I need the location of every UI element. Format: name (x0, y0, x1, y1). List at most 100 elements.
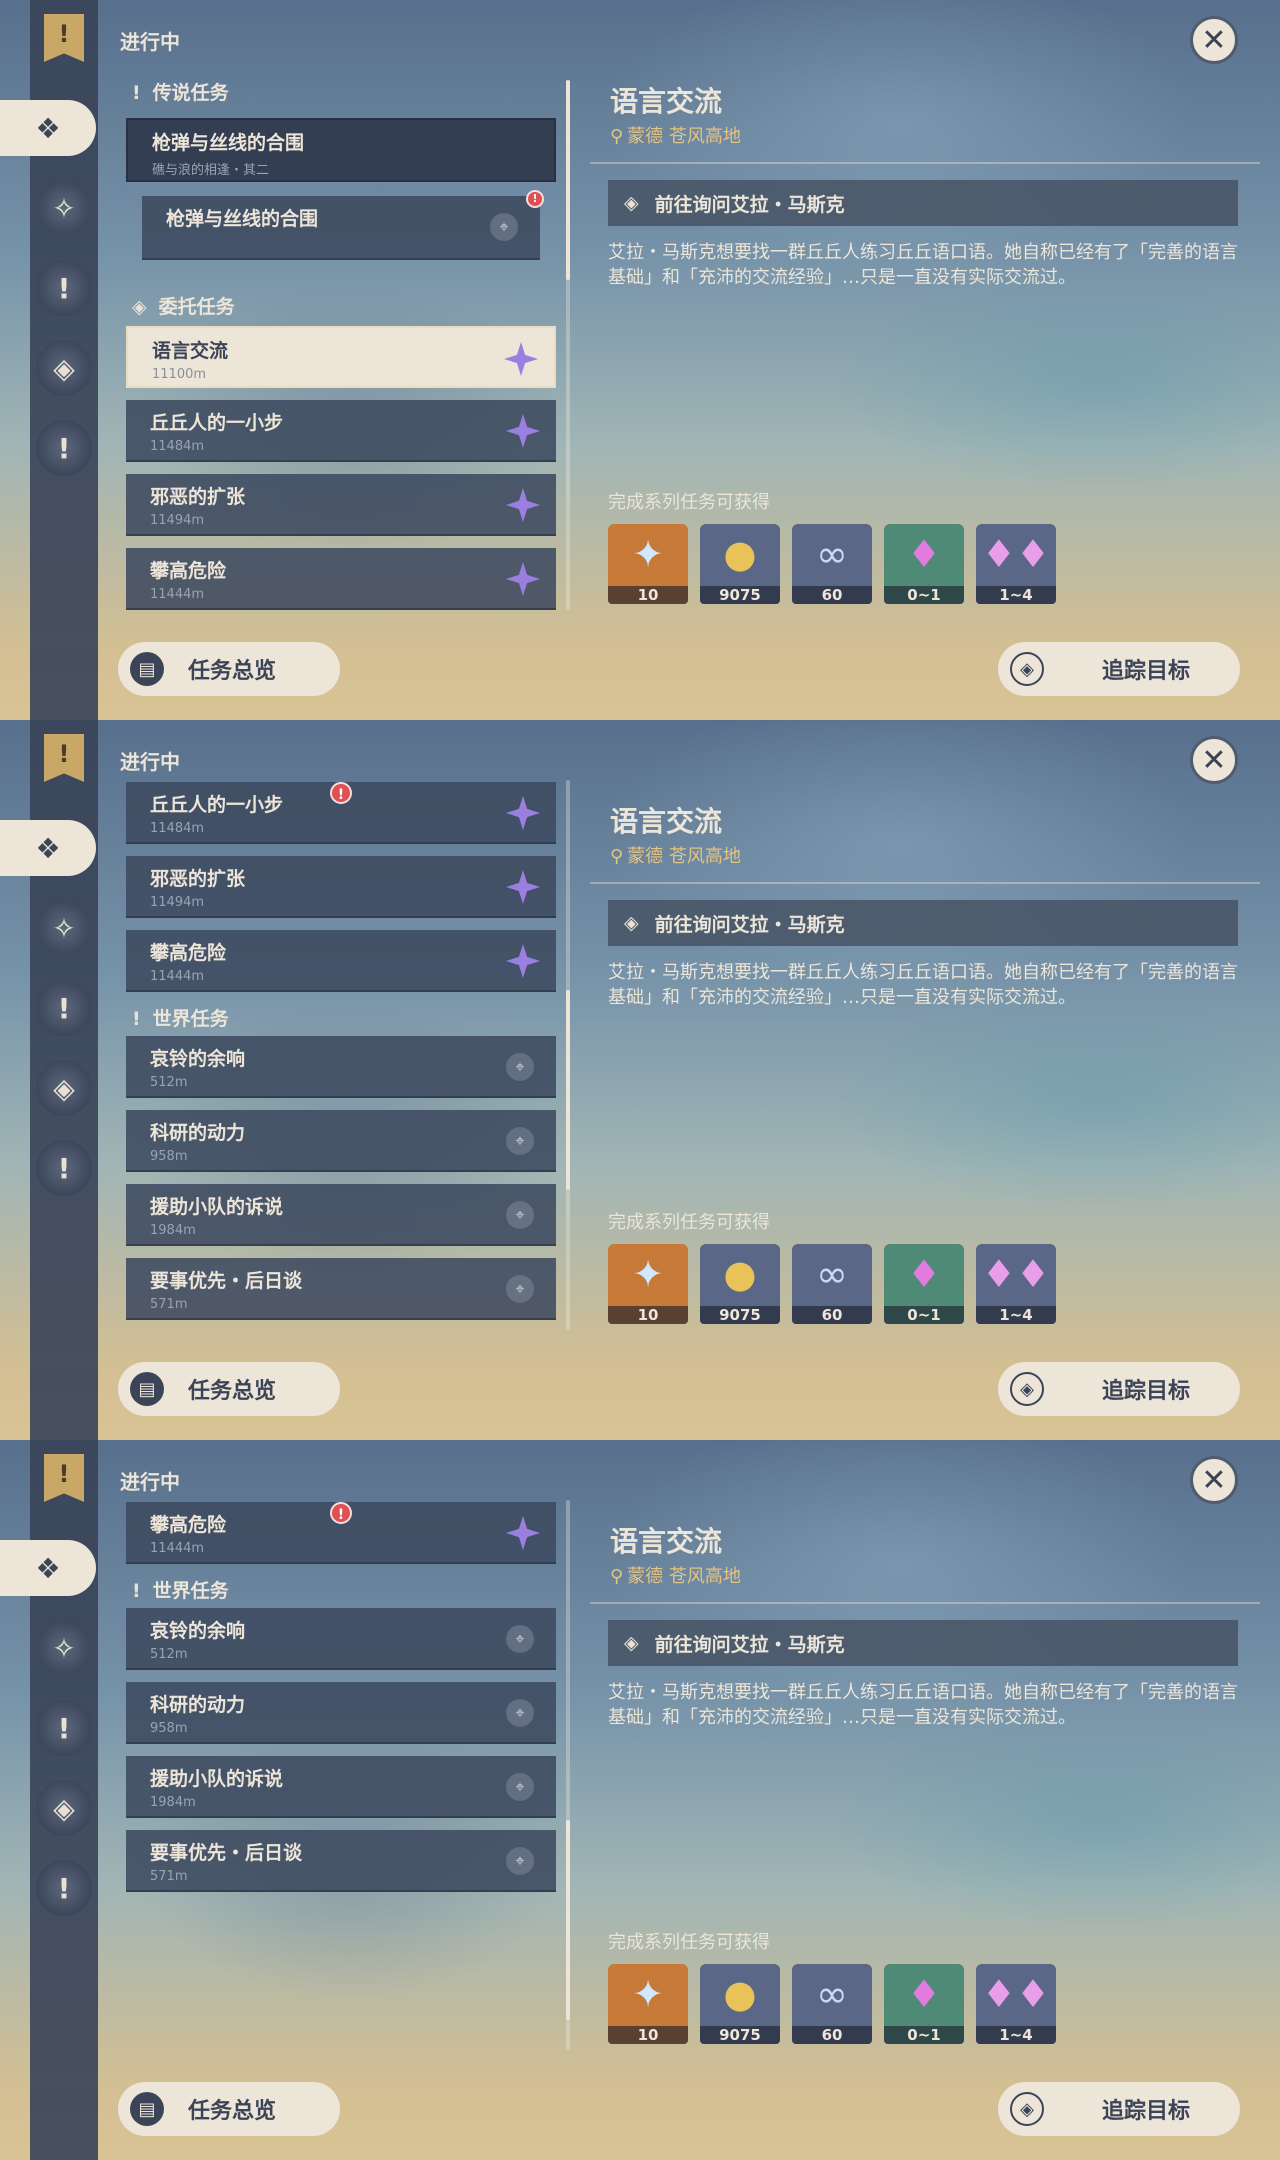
location-icon: ⚲ (610, 846, 624, 867)
rewards-label: 完成系列任务可获得 (608, 492, 770, 513)
track-diamond-icon: ◈ (1010, 652, 1044, 686)
all-quests-tab-icon[interactable]: ❖ (0, 100, 96, 156)
world-quest-tab-icon[interactable]: ! (36, 420, 92, 476)
quest-location: ⚲ 蒙德 苍风高地 (610, 846, 741, 867)
close-icon[interactable]: ✕ (1190, 1456, 1238, 1504)
companionship-exp-icon[interactable]: ∞ 60 (792, 1244, 872, 1324)
commission-section-header: ◈ 委托任务 (132, 296, 235, 318)
archon-quest-tab-icon[interactable]: ✧ (36, 180, 92, 236)
quest-description: 艾拉・马斯克想要找一群丘丘人练习丘丘语口语。她自称已经有了「完善的语言基础」和「… (608, 962, 1238, 1008)
overview-icon: ▤ (130, 1372, 164, 1406)
story-quest-tab-icon[interactable]: ! (36, 260, 92, 316)
world-quest-tab-icon[interactable]: ! (36, 1140, 92, 1196)
track-target-button[interactable]: ◈ 追踪目标 (998, 2082, 1240, 2136)
track-diamond-icon: ◈ (1010, 2092, 1044, 2126)
quest-item[interactable]: 攀高危险 11444m (126, 548, 556, 610)
location-pin-icon: ⌖ (506, 1699, 534, 1727)
quest-location: ⚲ 蒙德 苍风高地 (610, 1566, 741, 1587)
world-quest-tab-icon[interactable]: ! (36, 1860, 92, 1916)
legend-section-header: ! 传说任务 (132, 82, 229, 104)
objective-diamond-icon: ◈ (624, 192, 639, 214)
status-label: 进行中 (120, 1470, 180, 1494)
track-diamond-icon: ◈ (1010, 1372, 1044, 1406)
location-pin-icon: ⌖ (490, 213, 518, 241)
crystal-ore-icon[interactable]: ♦ 0~1 (884, 1964, 964, 2044)
quest-item[interactable]: 科研的动力 958m ⌖ (126, 1682, 556, 1744)
all-quests-tab-icon[interactable]: ❖ (0, 1540, 96, 1596)
quest-item[interactable]: 邪恶的扩张 11494m (126, 856, 556, 918)
crystal-chunk-icon[interactable]: ♦♦ 1~4 (976, 1964, 1056, 2044)
close-icon[interactable]: ✕ (1190, 736, 1238, 784)
story-quest-tab-icon[interactable]: ! (36, 980, 92, 1036)
location-pin-icon: ⌖ (506, 1053, 534, 1081)
story-quest-tab-icon[interactable]: ! (36, 1700, 92, 1756)
quest-item[interactable]: 科研的动力 958m ⌖ (126, 1110, 556, 1172)
alert-icon: ! (526, 190, 544, 208)
commission-tab-icon[interactable]: ◈ (36, 340, 92, 396)
quest-item[interactable]: 哀铃的余响 512m ⌖ (126, 1608, 556, 1670)
status-label: 进行中 (120, 750, 180, 774)
archon-quest-tab-icon[interactable]: ✧ (36, 1620, 92, 1676)
crystal-ore-icon[interactable]: ♦ 0~1 (884, 1244, 964, 1324)
legend-quest-item[interactable]: 枪弹与丝线的合围 礁与浪的相逢・其二 (126, 118, 556, 182)
quest-item[interactable]: 援助小队的诉说 1984m ⌖ (126, 1184, 556, 1246)
quest-description: 艾拉・马斯克想要找一群丘丘人练习丘丘语口语。她自称已经有了「完善的语言基础」和「… (608, 242, 1238, 288)
quest-description: 艾拉・马斯克想要找一群丘丘人练习丘丘语口语。她自称已经有了「完善的语言基础」和「… (608, 1682, 1238, 1728)
legend-sub-quest-item[interactable]: 枪弹与丝线的合围 ⌖ (142, 196, 540, 260)
quest-overview-button[interactable]: ▤ 任务总览 (118, 1362, 340, 1416)
archon-quest-tab-icon[interactable]: ✧ (36, 900, 92, 956)
quest-location: ⚲ 蒙德 苍风高地 (610, 126, 741, 147)
quest-item[interactable]: 丘丘人的一小步 11484m (126, 400, 556, 462)
alert-icon: ! (330, 1502, 352, 1524)
world-section-header: ! 世界任务 (132, 1580, 229, 1602)
mora-icon[interactable]: ● 9075 (700, 524, 780, 604)
location-icon: ⚲ (610, 1566, 624, 1587)
overview-icon: ▤ (130, 652, 164, 686)
location-pin-icon: ⌖ (506, 1773, 534, 1801)
quest-item[interactable]: 要事优先・后日谈 571m ⌖ (126, 1830, 556, 1892)
quest-panel-1: ! ❖ ✧ ! ◈ ! 进行中 ✕ ! 传说任务 枪弹与丝线的合围 礁与浪的相逢・… (0, 0, 1280, 720)
all-quests-tab-icon[interactable]: ❖ (0, 820, 96, 876)
overview-icon: ▤ (130, 2092, 164, 2126)
quest-item[interactable]: 援助小队的诉说 1984m ⌖ (126, 1756, 556, 1818)
scrollbar-thumb[interactable] (566, 80, 570, 280)
primogem-icon[interactable]: ✦ 10 (608, 1244, 688, 1324)
track-target-button[interactable]: ◈ 追踪目标 (998, 1362, 1240, 1416)
location-pin-icon: ⌖ (506, 1275, 534, 1303)
location-pin-icon: ⌖ (506, 1625, 534, 1653)
quest-title: 语言交流 (610, 85, 723, 118)
scrollbar-thumb[interactable] (566, 990, 570, 1190)
scrollbar-thumb[interactable] (566, 1820, 570, 2020)
divider (590, 162, 1260, 164)
mora-icon[interactable]: ● 9075 (700, 1244, 780, 1324)
quest-item[interactable]: 攀高危险 11444m (126, 930, 556, 992)
commission-tab-icon[interactable]: ◈ (36, 1780, 92, 1836)
location-pin-icon: ⌖ (506, 1847, 534, 1875)
objective-diamond-icon: ◈ (624, 912, 639, 934)
alert-icon: ! (330, 782, 352, 804)
quest-overview-button[interactable]: ▤ 任务总览 (118, 2082, 340, 2136)
quest-item[interactable]: 邪恶的扩张 11494m (126, 474, 556, 536)
quest-title: 语言交流 (610, 1525, 723, 1558)
crystal-chunk-icon[interactable]: ♦♦ 1~4 (976, 524, 1056, 604)
companionship-exp-icon[interactable]: ∞ 60 (792, 1964, 872, 2044)
primogem-icon[interactable]: ✦ 10 (608, 524, 688, 604)
mora-icon[interactable]: ● 9075 (700, 1964, 780, 2044)
commission-tab-icon[interactable]: ◈ (36, 1060, 92, 1116)
world-section-header: ! 世界任务 (132, 1008, 229, 1030)
quest-objective: ◈ 前往询问艾拉・马斯克 (608, 180, 1238, 226)
track-target-button[interactable]: ◈ 追踪目标 (998, 642, 1240, 696)
quest-overview-button[interactable]: ▤ 任务总览 (118, 642, 340, 696)
companionship-exp-icon[interactable]: ∞ 60 (792, 524, 872, 604)
crystal-ore-icon[interactable]: ♦ 0~1 (884, 524, 964, 604)
primogem-icon[interactable]: ✦ 10 (608, 1964, 688, 2044)
quest-item-selected[interactable]: 语言交流 11100m (126, 326, 556, 388)
close-icon[interactable]: ✕ (1190, 16, 1238, 64)
quest-item[interactable]: 要事优先・后日谈 571m ⌖ (126, 1258, 556, 1320)
quest-item[interactable]: 哀铃的余响 512m ⌖ (126, 1036, 556, 1098)
status-label: 进行中 (120, 30, 180, 54)
objective-diamond-icon: ◈ (624, 1632, 639, 1654)
rewards-label: 完成系列任务可获得 (608, 1932, 770, 1953)
crystal-chunk-icon[interactable]: ♦♦ 1~4 (976, 1244, 1056, 1324)
quest-objective: ◈ 前往询问艾拉・马斯克 (608, 1620, 1238, 1666)
